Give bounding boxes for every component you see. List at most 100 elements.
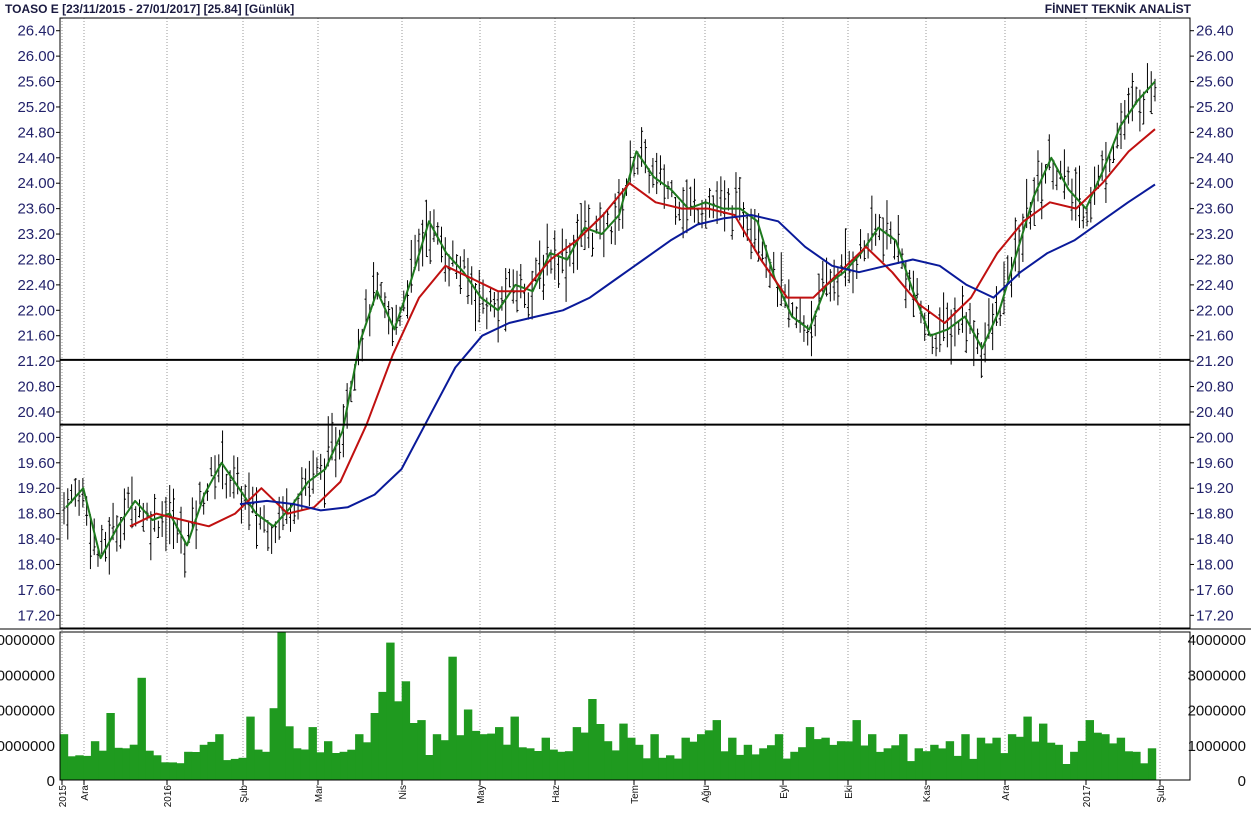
volume-bar: [324, 741, 333, 780]
volume-bar: [1124, 751, 1133, 780]
volume-bar: [106, 713, 115, 780]
volume-bar: [1062, 764, 1071, 780]
y-tick-label-left: 22.00: [17, 302, 55, 319]
price-bars: [62, 63, 1157, 578]
x-tick-label: 2015: [58, 785, 69, 808]
volume-bar: [463, 709, 473, 780]
y-tick-label-right: 22.80: [1196, 251, 1234, 268]
volume-bar: [67, 756, 76, 780]
price-panel-border: [59, 17, 1191, 629]
y-tick-label-left: 22.80: [17, 251, 55, 268]
volume-bar: [526, 748, 535, 780]
chart-frame: [0, 17, 1251, 781]
volume-bar: [634, 744, 644, 780]
volume-bar: [448, 656, 457, 780]
x-tick-label: Nis: [398, 785, 409, 799]
volume-bar: [588, 699, 597, 780]
volume-bar: [945, 741, 955, 780]
y-tick-label-left: 25.20: [17, 99, 55, 116]
volume-tick-label-left: 0000000: [0, 738, 55, 755]
volume-bar: [145, 750, 154, 780]
y-tick-label-left: 23.20: [17, 226, 55, 243]
y-tick-label-right: 24.00: [1196, 175, 1234, 192]
volume-bar: [572, 727, 582, 780]
y-tick-label-left: 21.20: [17, 353, 55, 370]
y-tick-label-right: 19.20: [1196, 480, 1234, 497]
volume-bar: [471, 730, 481, 780]
volume-bar: [1015, 736, 1025, 780]
volume-bar: [1108, 743, 1118, 780]
volume-bar: [751, 754, 760, 780]
volume-bar: [798, 747, 807, 780]
x-tick-label: 2016: [163, 785, 174, 808]
volume-tick-label-left: 0000000: [0, 703, 55, 720]
volume-bar: [969, 758, 978, 780]
volume-bar: [821, 737, 830, 780]
x-tick-label: 2017: [1082, 785, 1093, 808]
volume-tick-label-right: 1000000: [1188, 738, 1246, 755]
volume-bar: [347, 749, 356, 780]
volume-bar: [114, 747, 123, 780]
volume-bar: [191, 752, 201, 780]
volume-bar: [619, 723, 628, 780]
volume-bar: [83, 755, 92, 780]
volume-bar: [961, 734, 970, 780]
y-tick-label-left: 18.40: [17, 531, 55, 548]
x-tick-label: Ağu: [701, 785, 712, 803]
volume-bar: [658, 757, 667, 780]
volume-bar: [1147, 748, 1157, 780]
volume-bar: [868, 734, 877, 780]
volume-bar: [456, 735, 465, 780]
y-tick-label-right: 21.20: [1196, 353, 1234, 370]
y-tick-label-left: 19.20: [17, 480, 55, 497]
volume-bar: [510, 716, 519, 780]
x-tick-label: Tem: [630, 785, 641, 804]
volume-tick-label-right: 4000000: [1188, 632, 1246, 649]
volume-bar: [254, 749, 263, 780]
volume-bar: [316, 752, 325, 780]
volume-tick-label-right: 2000000: [1188, 703, 1246, 720]
volume-bar: [487, 733, 496, 780]
volume-bar: [1077, 740, 1087, 780]
volume-tick-label-left: 0000000: [0, 632, 55, 649]
ma-line-1: [129, 128, 1156, 528]
y-tick-label-left: 19.60: [17, 455, 55, 472]
volume-bar: [1093, 732, 1102, 780]
volume-bar: [891, 745, 900, 780]
stock-chart: 26.40 26.40 26.00 26.00 25.60 25.60 25.20 25.20…: [0, 17, 1251, 808]
volume-bar: [774, 734, 784, 780]
x-tick-label: Haz: [551, 785, 562, 803]
volume-bar: [207, 741, 216, 780]
volume-bar: [223, 760, 232, 780]
x-tick-label: Kas: [922, 785, 933, 802]
volume-bar: [370, 713, 379, 780]
volume-bar: [308, 727, 317, 780]
volume-bar: [269, 708, 278, 780]
volume-bar: [735, 754, 745, 780]
ma-line-0: [65, 80, 1156, 560]
y-tick-label-right: 17.20: [1196, 607, 1234, 624]
y-tick-label-left: 24.40: [17, 150, 55, 167]
volume-bar: [953, 755, 962, 780]
volume-tick-label-right: 3000000: [1188, 667, 1246, 684]
volume-bar: [930, 744, 939, 780]
y-tick-label-right: 25.60: [1196, 74, 1234, 91]
volume-bar: [285, 726, 294, 780]
volume-bar: [790, 751, 799, 780]
volume-tick-label-left: 0000000: [0, 667, 55, 684]
y-tick-label-left: 22.40: [17, 277, 55, 294]
y-tick-label-right: 23.60: [1196, 201, 1234, 218]
volume-bar: [432, 734, 442, 780]
y-tick-label-right: 18.40: [1196, 531, 1234, 548]
volume-bar: [292, 748, 302, 780]
volume-bar: [557, 751, 566, 780]
volume-bar: [1070, 751, 1079, 780]
y-tick-label-left: 18.80: [17, 506, 55, 523]
volume-bar: [1132, 751, 1141, 780]
volume-bar: [759, 748, 768, 780]
y-tick-label-right: 24.80: [1196, 124, 1234, 141]
x-tick-label: Mar: [314, 784, 325, 802]
y-tick-label-left: 20.00: [17, 429, 55, 446]
volume-bar: [300, 749, 310, 780]
volume-bar: [922, 751, 931, 780]
